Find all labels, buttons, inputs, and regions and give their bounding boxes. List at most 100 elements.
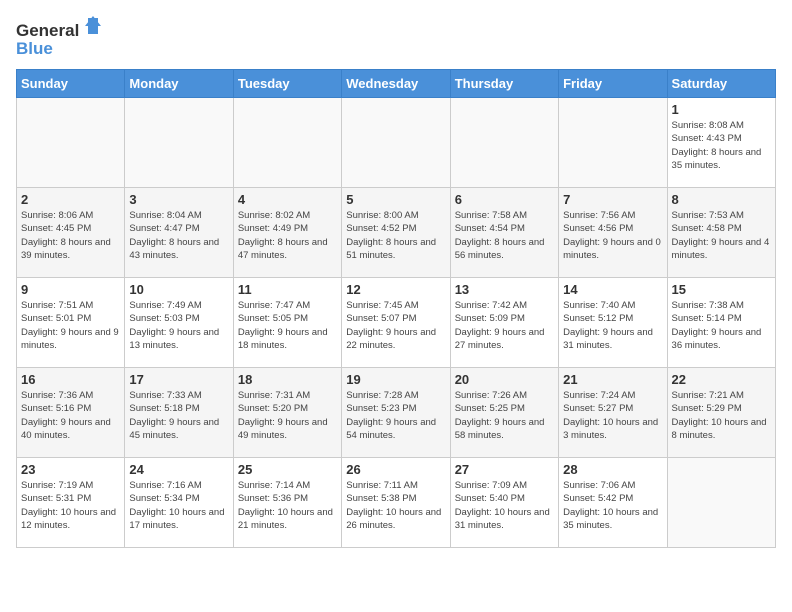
calendar-cell: 24 Sunrise: 7:16 AM Sunset: 5:34 PM Dayli… <box>125 458 233 548</box>
header: GeneralBlue <box>16 16 776 61</box>
calendar-cell <box>233 98 341 188</box>
calendar-cell <box>667 458 775 548</box>
day-info: Sunrise: 8:08 AM Sunset: 4:43 PM Dayligh… <box>672 119 771 172</box>
calendar-cell: 2 Sunrise: 8:06 AM Sunset: 4:45 PM Daylig… <box>17 188 125 278</box>
day-info: Sunrise: 7:51 AM Sunset: 5:01 PM Dayligh… <box>21 299 120 352</box>
day-number: 28 <box>563 462 662 477</box>
day-number: 19 <box>346 372 445 387</box>
day-number: 2 <box>21 192 120 207</box>
day-info: Sunrise: 7:09 AM Sunset: 5:40 PM Dayligh… <box>455 479 554 532</box>
calendar-cell: 18 Sunrise: 7:31 AM Sunset: 5:20 PM Dayli… <box>233 368 341 458</box>
weekday-header-row: SundayMondayTuesdayWednesdayThursdayFrid… <box>17 70 776 98</box>
calendar-cell: 11 Sunrise: 7:47 AM Sunset: 5:05 PM Dayli… <box>233 278 341 368</box>
day-number: 3 <box>129 192 228 207</box>
calendar-cell: 7 Sunrise: 7:56 AM Sunset: 4:56 PM Daylig… <box>559 188 667 278</box>
day-number: 14 <box>563 282 662 297</box>
svg-text:General: General <box>16 21 79 40</box>
calendar-cell: 16 Sunrise: 7:36 AM Sunset: 5:16 PM Dayli… <box>17 368 125 458</box>
weekday-header-thursday: Thursday <box>450 70 558 98</box>
day-number: 25 <box>238 462 337 477</box>
calendar-cell: 15Sunrise: 7:38 AM Sunset: 5:14 PM Dayli… <box>667 278 775 368</box>
day-info: Sunrise: 7:47 AM Sunset: 5:05 PM Dayligh… <box>238 299 337 352</box>
calendar-cell: 27 Sunrise: 7:09 AM Sunset: 5:40 PM Dayli… <box>450 458 558 548</box>
calendar-cell <box>17 98 125 188</box>
calendar-cell <box>342 98 450 188</box>
calendar-cell: 10 Sunrise: 7:49 AM Sunset: 5:03 PM Dayli… <box>125 278 233 368</box>
calendar-cell <box>559 98 667 188</box>
day-number: 23 <box>21 462 120 477</box>
weekday-header-sunday: Sunday <box>17 70 125 98</box>
day-info: Sunrise: 8:06 AM Sunset: 4:45 PM Dayligh… <box>21 209 120 262</box>
day-number: 4 <box>238 192 337 207</box>
day-info: Sunrise: 7:26 AM Sunset: 5:25 PM Dayligh… <box>455 389 554 442</box>
calendar-cell: 5 Sunrise: 8:00 AM Sunset: 4:52 PM Daylig… <box>342 188 450 278</box>
calendar-cell: 13Sunrise: 7:42 AM Sunset: 5:09 PM Dayli… <box>450 278 558 368</box>
calendar-cell: 21 Sunrise: 7:24 AM Sunset: 5:27 PM Dayli… <box>559 368 667 458</box>
day-number: 26 <box>346 462 445 477</box>
calendar-cell: 1 Sunrise: 8:08 AM Sunset: 4:43 PM Daylig… <box>667 98 775 188</box>
calendar-cell: 12 Sunrise: 7:45 AM Sunset: 5:07 PM Dayli… <box>342 278 450 368</box>
calendar-header: SundayMondayTuesdayWednesdayThursdayFrid… <box>17 70 776 98</box>
svg-text:Blue: Blue <box>16 39 53 58</box>
day-info: Sunrise: 7:36 AM Sunset: 5:16 PM Dayligh… <box>21 389 120 442</box>
calendar-cell: 28 Sunrise: 7:06 AM Sunset: 5:42 PM Dayli… <box>559 458 667 548</box>
day-number: 8 <box>672 192 771 207</box>
day-info: Sunrise: 7:24 AM Sunset: 5:27 PM Dayligh… <box>563 389 662 442</box>
day-info: Sunrise: 7:16 AM Sunset: 5:34 PM Dayligh… <box>129 479 228 532</box>
day-number: 12 <box>346 282 445 297</box>
day-number: 27 <box>455 462 554 477</box>
day-info: Sunrise: 7:31 AM Sunset: 5:20 PM Dayligh… <box>238 389 337 442</box>
weekday-header-friday: Friday <box>559 70 667 98</box>
day-info: Sunrise: 7:56 AM Sunset: 4:56 PM Dayligh… <box>563 209 662 262</box>
day-info: Sunrise: 7:11 AM Sunset: 5:38 PM Dayligh… <box>346 479 445 532</box>
week-row-3: 16 Sunrise: 7:36 AM Sunset: 5:16 PM Dayli… <box>17 368 776 458</box>
day-info: Sunrise: 7:06 AM Sunset: 5:42 PM Dayligh… <box>563 479 662 532</box>
day-info: Sunrise: 8:00 AM Sunset: 4:52 PM Dayligh… <box>346 209 445 262</box>
calendar-cell: 8 Sunrise: 7:53 AM Sunset: 4:58 PM Daylig… <box>667 188 775 278</box>
weekday-header-tuesday: Tuesday <box>233 70 341 98</box>
day-number: 13 <box>455 282 554 297</box>
day-number: 18 <box>238 372 337 387</box>
day-info: Sunrise: 7:14 AM Sunset: 5:36 PM Dayligh… <box>238 479 337 532</box>
week-row-1: 2 Sunrise: 8:06 AM Sunset: 4:45 PM Daylig… <box>17 188 776 278</box>
day-number: 16 <box>21 372 120 387</box>
calendar-cell: 19 Sunrise: 7:28 AM Sunset: 5:23 PM Dayli… <box>342 368 450 458</box>
day-info: Sunrise: 7:49 AM Sunset: 5:03 PM Dayligh… <box>129 299 228 352</box>
day-number: 9 <box>21 282 120 297</box>
week-row-0: 1 Sunrise: 8:08 AM Sunset: 4:43 PM Daylig… <box>17 98 776 188</box>
day-info: Sunrise: 7:53 AM Sunset: 4:58 PM Dayligh… <box>672 209 771 262</box>
day-number: 22 <box>672 372 771 387</box>
weekday-header-wednesday: Wednesday <box>342 70 450 98</box>
day-info: Sunrise: 7:45 AM Sunset: 5:07 PM Dayligh… <box>346 299 445 352</box>
calendar-cell <box>125 98 233 188</box>
day-number: 15 <box>672 282 771 297</box>
day-info: Sunrise: 8:02 AM Sunset: 4:49 PM Dayligh… <box>238 209 337 262</box>
calendar-cell: 14 Sunrise: 7:40 AM Sunset: 5:12 PM Dayli… <box>559 278 667 368</box>
calendar-cell: 17Sunrise: 7:33 AM Sunset: 5:18 PM Dayli… <box>125 368 233 458</box>
day-number: 5 <box>346 192 445 207</box>
calendar-cell: 4 Sunrise: 8:02 AM Sunset: 4:49 PM Daylig… <box>233 188 341 278</box>
calendar-cell: 23 Sunrise: 7:19 AM Sunset: 5:31 PM Dayli… <box>17 458 125 548</box>
day-info: Sunrise: 7:58 AM Sunset: 4:54 PM Dayligh… <box>455 209 554 262</box>
day-number: 7 <box>563 192 662 207</box>
calendar-cell: 26 Sunrise: 7:11 AM Sunset: 5:38 PM Dayli… <box>342 458 450 548</box>
day-info: Sunrise: 7:28 AM Sunset: 5:23 PM Dayligh… <box>346 389 445 442</box>
calendar-cell <box>450 98 558 188</box>
day-number: 6 <box>455 192 554 207</box>
calendar-body: 1 Sunrise: 8:08 AM Sunset: 4:43 PM Daylig… <box>17 98 776 548</box>
day-number: 21 <box>563 372 662 387</box>
calendar-cell: 25 Sunrise: 7:14 AM Sunset: 5:36 PM Dayli… <box>233 458 341 548</box>
logo: GeneralBlue <box>16 16 106 61</box>
day-info: Sunrise: 7:40 AM Sunset: 5:12 PM Dayligh… <box>563 299 662 352</box>
day-info: Sunrise: 7:33 AM Sunset: 5:18 PM Dayligh… <box>129 389 228 442</box>
day-number: 1 <box>672 102 771 117</box>
day-number: 11 <box>238 282 337 297</box>
day-info: Sunrise: 7:21 AM Sunset: 5:29 PM Dayligh… <box>672 389 771 442</box>
day-info: Sunrise: 7:19 AM Sunset: 5:31 PM Dayligh… <box>21 479 120 532</box>
week-row-2: 9 Sunrise: 7:51 AM Sunset: 5:01 PM Daylig… <box>17 278 776 368</box>
calendar-table: SundayMondayTuesdayWednesdayThursdayFrid… <box>16 69 776 548</box>
day-number: 24 <box>129 462 228 477</box>
logo-svg: GeneralBlue <box>16 16 106 61</box>
day-info: Sunrise: 8:04 AM Sunset: 4:47 PM Dayligh… <box>129 209 228 262</box>
day-number: 10 <box>129 282 228 297</box>
